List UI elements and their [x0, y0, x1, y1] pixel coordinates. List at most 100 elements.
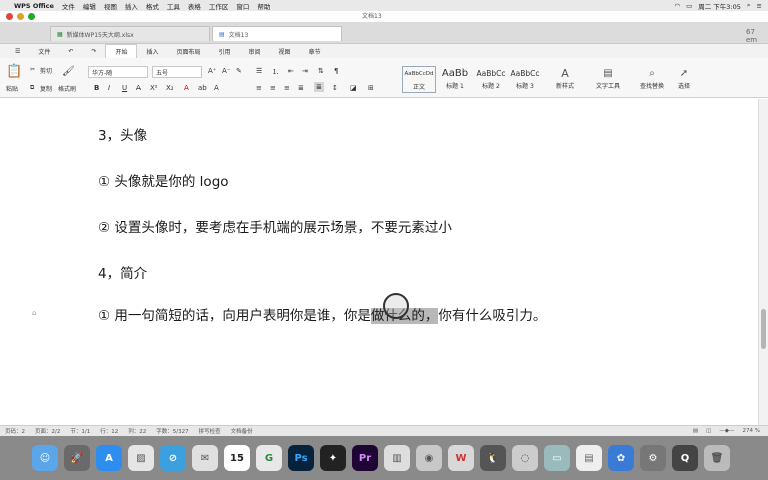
launchpad-icon[interactable]: 🚀 [64, 445, 90, 471]
menu-workspace[interactable]: 工作区 [209, 1, 229, 11]
menu-tools[interactable]: 工具 [167, 1, 180, 11]
scroll-thumb[interactable] [761, 309, 766, 349]
tab-page-layout[interactable]: 页面布局 [168, 45, 210, 58]
safari-icon[interactable]: ⊘ [160, 445, 186, 471]
numbering-icon[interactable]: ⒈ [272, 67, 279, 77]
photoshop-icon[interactable]: Ps [288, 445, 314, 471]
tab-xlsx[interactable]: ▦ 新媒体WP15天大纲.xlsx [50, 26, 210, 41]
show-marks-icon[interactable]: ¶ [334, 67, 338, 75]
grow-font-icon[interactable]: A⁺ [208, 67, 216, 75]
tab-insert[interactable]: 插入 [137, 45, 167, 58]
paste-button[interactable]: 粘贴 [6, 84, 18, 93]
distribute-icon[interactable]: ≣ [314, 82, 324, 92]
menu-format[interactable]: 格式 [146, 1, 159, 11]
vertical-scrollbar[interactable] [758, 99, 768, 425]
file-menu[interactable]: 文件 [29, 45, 59, 58]
increase-indent-icon[interactable]: ⇥ [302, 67, 308, 75]
menu-help[interactable]: 帮助 [257, 1, 270, 11]
cut-icon[interactable]: ✂ [30, 66, 35, 73]
doc-line-heading-intro[interactable]: 4，简介 [98, 262, 147, 282]
tab-review[interactable]: 审阅 [240, 45, 270, 58]
align-right-icon[interactable]: ≡ [284, 84, 290, 92]
hamburger-icon[interactable]: ☰ [6, 46, 29, 57]
zoom-slider[interactable]: —◆— [719, 428, 734, 434]
finalcut-icon[interactable]: ✦ [320, 445, 346, 471]
view-mode-icon[interactable]: ▤ [693, 428, 698, 434]
tab-home[interactable]: 开始 [105, 44, 138, 58]
doc-line-heading-avatar[interactable]: 3，头像 [98, 124, 147, 144]
zoom-readout[interactable]: 67 em [746, 28, 768, 44]
menu-table[interactable]: 表格 [188, 1, 201, 11]
align-center-icon[interactable]: ≡ [270, 84, 276, 92]
clock[interactable]: 周二 下午3:05 [698, 1, 741, 11]
tab-references[interactable]: 引用 [210, 45, 240, 58]
trash-icon[interactable]: 🗑 [704, 445, 730, 471]
new-style-button[interactable]: A 新样式 [548, 66, 582, 93]
format-painter-button[interactable]: 格式刷 [58, 84, 76, 93]
text-effect-icon[interactable]: A [214, 84, 219, 92]
qq-icon[interactable]: 🐧 [480, 445, 506, 471]
font-name-select[interactable]: 华方-随 [88, 66, 148, 78]
redo-icon[interactable]: ↷ [82, 46, 105, 57]
paragraph-marker-icon[interactable]: ⌂ [32, 309, 36, 317]
copy-icon[interactable]: ⧉ [30, 84, 34, 92]
font-color-icon[interactable]: A [184, 84, 189, 92]
photos-icon[interactable]: ▨ [128, 445, 154, 471]
bold-icon[interactable]: B [94, 84, 99, 92]
appstore-icon[interactable]: A [96, 445, 122, 471]
decrease-indent-icon[interactable]: ⇤ [288, 67, 294, 75]
doc-line-avatar-2[interactable]: ② 设置头像时，要考虑在手机端的展示场景，不要元素过小 [98, 216, 452, 236]
zoom-window-icon[interactable] [28, 13, 35, 20]
paste-icon[interactable]: 📋 [6, 64, 22, 79]
minimize-window-icon[interactable] [17, 13, 24, 20]
justify-icon[interactable]: ≣ [298, 84, 304, 92]
tab-view[interactable]: 视图 [270, 45, 300, 58]
tab-section[interactable]: 章节 [300, 45, 330, 58]
spell-check-toggle[interactable]: 拼写检查 [199, 427, 221, 435]
menu-window[interactable]: 窗口 [236, 1, 249, 11]
premiere-icon[interactable]: Pr [352, 445, 378, 471]
cut-button[interactable]: 剪切 [40, 66, 52, 75]
settings-icon[interactable]: ⚙ [640, 445, 666, 471]
border-icon[interactable]: ⊞ [368, 84, 374, 92]
close-window-icon[interactable] [6, 13, 13, 20]
zoom-level[interactable]: 274 % [743, 428, 760, 434]
highlight-icon[interactable]: ab [198, 84, 207, 92]
style-heading-3[interactable]: AaBbCc 标题 3 [508, 66, 542, 93]
wechat-icon[interactable]: ◌ [512, 445, 538, 471]
calendar-icon[interactable]: 15 [224, 445, 250, 471]
style-heading-2[interactable]: AaBbCc 标题 2 [474, 66, 508, 93]
menu-edit[interactable]: 编辑 [83, 1, 96, 11]
shading-icon[interactable]: ◪ [350, 84, 357, 92]
undo-icon[interactable]: ↶ [59, 46, 82, 57]
tab-doc13[interactable]: ▤ 文档13 [212, 26, 342, 41]
doc-line-avatar-1[interactable]: ① 头像就是你的 logo [98, 170, 229, 190]
find-replace-button[interactable]: ⌕ 查找替换 [634, 66, 670, 93]
copy-button[interactable]: 复制 [40, 84, 52, 93]
notes-icon[interactable]: ▤ [576, 445, 602, 471]
style-heading-1[interactable]: AaBb 标题 1 [438, 66, 472, 93]
clear-format-icon[interactable]: ✎ [236, 67, 242, 75]
menu-view[interactable]: 视图 [104, 1, 117, 11]
menu-insert[interactable]: 插入 [125, 1, 138, 11]
strikethrough-icon[interactable]: A̶ [136, 84, 141, 92]
text-tools-button[interactable]: ▤ 文字工具 [588, 66, 628, 93]
web-view-icon[interactable]: ◫ [706, 428, 711, 434]
shrink-font-icon[interactable]: A⁻ [222, 67, 230, 75]
backup-toggle[interactable]: 文档备份 [231, 427, 253, 435]
baidu-icon[interactable]: ✿ [608, 445, 634, 471]
font-size-select[interactable]: 五号 [152, 66, 202, 78]
underline-icon[interactable]: U [122, 84, 127, 92]
wifi-icon[interactable]: ◠ [674, 2, 680, 10]
app-menu[interactable]: WPS Office [14, 2, 54, 10]
line-spacing-icon[interactable]: ↕ [332, 84, 338, 92]
style-normal[interactable]: AaBbCcDd 正文 [402, 66, 436, 93]
select-button[interactable]: ➚ 选择 [670, 66, 698, 93]
menu-file[interactable]: 文件 [62, 1, 75, 11]
menu-list-icon[interactable]: ≡ [757, 2, 762, 10]
superscript-icon[interactable]: X² [150, 84, 158, 92]
wps-icon[interactable]: W [448, 445, 474, 471]
subscript-icon[interactable]: X₂ [166, 84, 174, 92]
format-painter-icon[interactable]: 🖌 [62, 66, 75, 77]
sort-icon[interactable]: ⇅ [318, 67, 324, 75]
